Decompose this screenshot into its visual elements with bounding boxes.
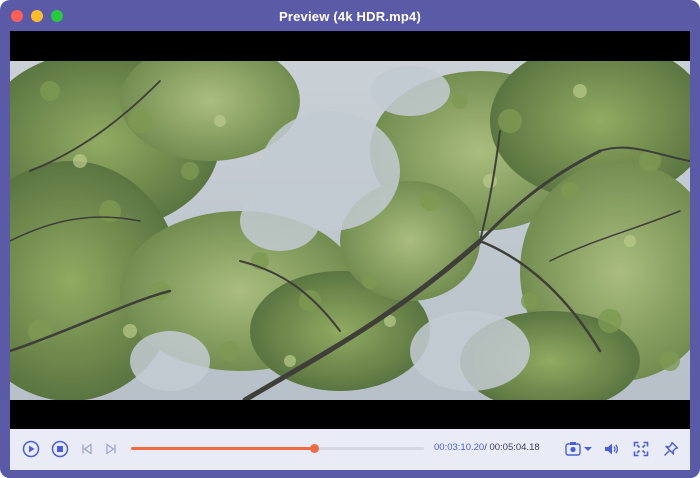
maximize-window-button[interactable]: [51, 10, 63, 22]
stop-button[interactable]: [50, 439, 70, 459]
close-window-button[interactable]: [11, 10, 23, 22]
snapshot-button[interactable]: [564, 440, 594, 458]
video-viewport[interactable]: [10, 31, 690, 429]
skip-previous-icon: [82, 443, 92, 455]
volume-button[interactable]: [602, 440, 620, 458]
camera-icon: [565, 442, 592, 456]
total-time: 00:05:04.18: [489, 442, 540, 453]
seek-bar[interactable]: [131, 444, 424, 453]
seek-handle[interactable]: [310, 444, 320, 453]
volume-icon: [605, 443, 619, 455]
title-bar[interactable]: Preview (4k HDR.mp4): [0, 0, 700, 32]
stop-icon: [51, 440, 69, 458]
window-title: Preview (4k HDR.mp4): [279, 8, 421, 24]
video-frame: [10, 61, 690, 400]
previous-button[interactable]: [80, 441, 94, 457]
pin-icon: [664, 441, 679, 456]
next-button[interactable]: [104, 441, 118, 457]
window-controls: [11, 10, 63, 22]
fullscreen-icon: [633, 441, 649, 457]
skip-next-icon: [106, 443, 116, 455]
play-icon: [22, 440, 40, 458]
minimize-window-button[interactable]: [31, 10, 43, 22]
current-time: 00:03:10.20: [434, 442, 485, 453]
fullscreen-button[interactable]: [632, 440, 650, 458]
time-display: 00:03:10.20/ 00:05:04.18: [434, 442, 540, 453]
play-button[interactable]: [21, 439, 41, 459]
pin-button[interactable]: [662, 440, 680, 458]
chevron-down-icon: [584, 447, 592, 451]
window-bottom-edge: [0, 470, 700, 478]
seek-progress: [131, 447, 315, 450]
preview-window: Preview (4k HDR.mp4) 00:03:10.20/ 00:05:…: [0, 0, 700, 478]
playback-controls: 00:03:10.20/ 00:05:04.18: [10, 429, 690, 470]
